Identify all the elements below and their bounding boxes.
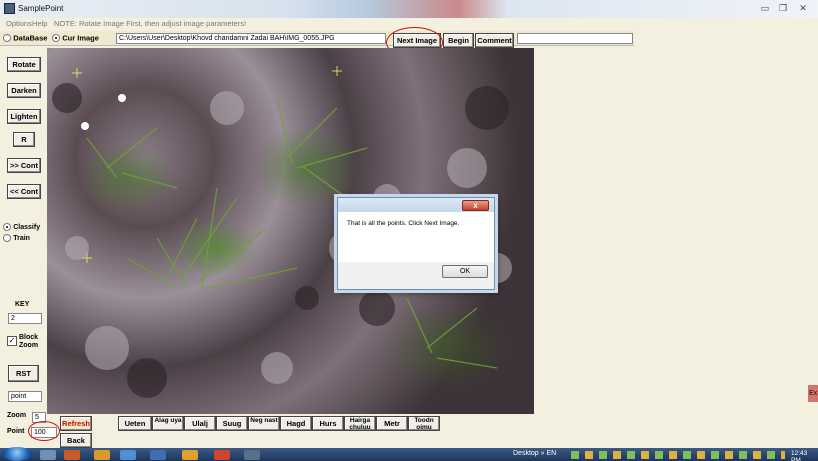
database-radio[interactable]: DataBase — [3, 33, 47, 42]
title-bar — [0, 0, 818, 18]
category-ueten-button[interactable]: Ueten — [118, 416, 152, 431]
refresh-button[interactable]: Refresh — [60, 416, 92, 431]
category-suug-button[interactable]: Suug — [216, 416, 248, 431]
point-field[interactable]: point — [8, 391, 42, 402]
train-radio-dot[interactable] — [3, 233, 11, 242]
menu-options[interactable]: Options — [6, 19, 32, 28]
media-taskbar-icon[interactable] — [64, 450, 80, 460]
cur-image-radio-dot[interactable] — [52, 33, 60, 42]
menu-help[interactable]: Help — [32, 19, 47, 28]
tray-chevron-icon[interactable]: » — [541, 450, 545, 457]
browser-taskbar-icon[interactable] — [94, 450, 110, 460]
ie-taskbar-icon[interactable] — [120, 450, 136, 460]
lighten-button[interactable]: Lighten — [7, 109, 41, 124]
folder-taskbar-icon[interactable] — [182, 450, 198, 460]
category-toodn-oimu-button[interactable]: Toodn oimu — [408, 416, 440, 431]
start-button-icon[interactable] — [2, 447, 32, 461]
next-cont-button[interactable]: >> Cont — [7, 158, 41, 173]
app-taskbar-icon[interactable] — [244, 450, 260, 460]
key-label: KEY — [15, 301, 30, 308]
key-input[interactable]: 2 — [8, 313, 42, 324]
comment-button[interactable]: Comment — [475, 33, 514, 48]
block-zoom-label: Block Zoom — [19, 334, 39, 349]
category-hurs-button[interactable]: Hurs — [312, 416, 344, 431]
begin-button[interactable]: Begin — [443, 33, 474, 48]
image-path-field[interactable]: C:\Users\User\Desktop\Khovd chandamni Za… — [116, 33, 386, 44]
darken-button[interactable]: Darken — [7, 83, 41, 98]
menu-note: NOTE: Rotate Image First, then adjust im… — [54, 19, 247, 28]
explorer-taskbar-icon[interactable] — [40, 450, 56, 460]
tray-desktop-label: Desktop » EN — [513, 450, 557, 457]
app-icon — [4, 3, 15, 14]
close-icon[interactable]: ✕ — [796, 3, 810, 14]
comment-field[interactable] — [517, 33, 633, 44]
point-label: Point — [7, 428, 25, 435]
language-indicator[interactable]: EN — [547, 450, 557, 457]
word-taskbar-icon[interactable] — [150, 450, 166, 460]
zoom-label: Zoom — [7, 412, 27, 419]
classify-radio[interactable]: Classify — [3, 222, 40, 231]
edge-button[interactable]: Ex — [808, 385, 818, 402]
tray-icons[interactable] — [571, 451, 785, 459]
minimize-icon[interactable]: ▭ — [758, 3, 772, 14]
category-hagd-button[interactable]: Hagd — [280, 416, 312, 431]
category-neg-nast-button[interactable]: Neg nast — [248, 416, 280, 431]
rst-button[interactable]: RST — [8, 365, 39, 382]
dialog-close-icon[interactable]: x — [462, 200, 489, 211]
classify-radio-dot[interactable] — [3, 222, 11, 231]
prev-cont-button[interactable]: << Cont — [7, 184, 41, 199]
category-hairga-chuluu-button[interactable]: Hairga chuluu — [344, 416, 376, 431]
r-button[interactable]: R — [13, 132, 35, 147]
train-radio[interactable]: Train — [3, 233, 30, 242]
restore-icon[interactable]: ❐ — [776, 3, 790, 14]
dialog-message: That is all the points. Click Next Image… — [347, 220, 460, 227]
rotate-button[interactable]: Rotate — [7, 57, 41, 72]
message-dialog: x That is all the points. Click Next Ima… — [337, 197, 495, 290]
window-title: SamplePoint — [18, 4, 64, 13]
category-metr-button[interactable]: Metr — [376, 416, 408, 431]
category-ulalj-button[interactable]: Ulalj — [184, 416, 216, 431]
category-alag-uya-button[interactable]: Alag uya — [152, 416, 184, 431]
database-radio-dot[interactable] — [3, 33, 11, 42]
cur-image-radio[interactable]: Cur Image — [52, 33, 99, 42]
back-button[interactable]: Back — [60, 433, 92, 448]
dialog-ok-button[interactable]: OK — [442, 265, 488, 278]
annotation-circle-point — [28, 421, 60, 441]
powerpoint-taskbar-icon[interactable] — [214, 450, 230, 460]
taskbar-clock[interactable]: 12:43 PM — [791, 450, 818, 461]
block-zoom-checkbox[interactable]: ✓ — [7, 336, 17, 346]
